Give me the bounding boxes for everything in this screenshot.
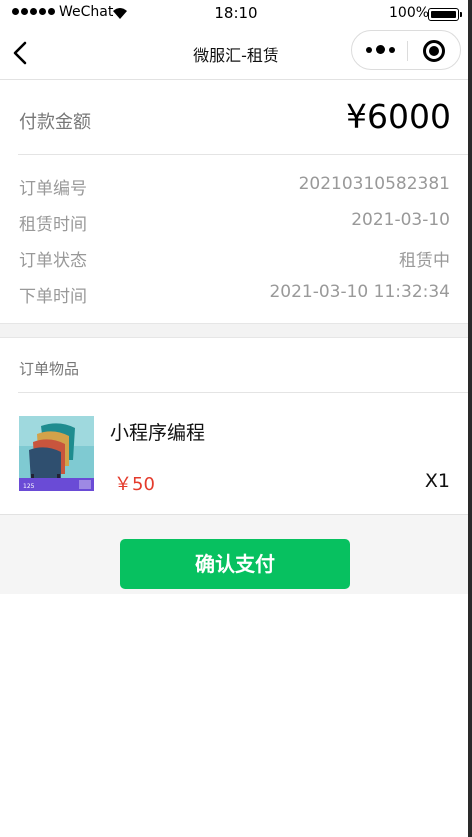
battery-icon <box>428 8 462 21</box>
rental-time-row: 租赁时间 2021-03-10 <box>0 210 472 240</box>
order-info-key: 租赁时间 <box>19 215 87 235</box>
svg-text:125: 125 <box>23 483 35 490</box>
order-info-value: 租赁中 <box>399 251 450 271</box>
confirm-pay-button[interactable]: 确认支付 <box>120 539 350 589</box>
target-circle-icon[interactable] <box>423 40 445 62</box>
divider <box>18 392 472 393</box>
order-status-row: 订单状态 租赁中 <box>0 246 472 276</box>
order-info-value: 2021-03-10 11:32:34 <box>269 282 450 302</box>
product-thumbnail[interactable]: 125 <box>19 416 94 491</box>
nav-bar: 微服汇-租赁 <box>0 28 472 80</box>
payment-label: 付款金额 <box>19 112 91 133</box>
more-dots-icon[interactable] <box>366 45 395 54</box>
product-quantity: X1 <box>424 470 450 492</box>
order-info-key: 下单时间 <box>19 287 87 307</box>
section-gap <box>0 323 472 338</box>
bottom-bar: 确认支付 <box>0 514 472 594</box>
payment-amount-row: 付款金额 ¥6000 <box>0 81 472 155</box>
payment-amount: ¥6000 <box>346 97 451 136</box>
product-name: 小程序编程 <box>110 422 206 444</box>
order-info-value: 2021-03-10 <box>351 210 450 230</box>
order-info-key: 订单状态 <box>19 251 87 271</box>
divider <box>18 154 472 155</box>
status-bar: WeChat 18:10 100% <box>0 0 472 28</box>
mini-program-capsule <box>351 30 461 70</box>
chair-image-icon: 125 <box>19 416 94 491</box>
capsule-divider <box>407 41 408 61</box>
product-price: ￥50 <box>114 474 155 495</box>
order-number-row: 订单编号 20210310582381 <box>0 174 472 204</box>
items-section-title: 订单物品 <box>19 360 80 378</box>
order-info-key: 订单编号 <box>19 179 87 199</box>
order-time-row: 下单时间 2021-03-10 11:32:34 <box>0 282 472 312</box>
battery-percent: 100% <box>389 5 430 21</box>
window-edge <box>468 0 472 837</box>
order-info-value: 20210310582381 <box>298 174 450 194</box>
